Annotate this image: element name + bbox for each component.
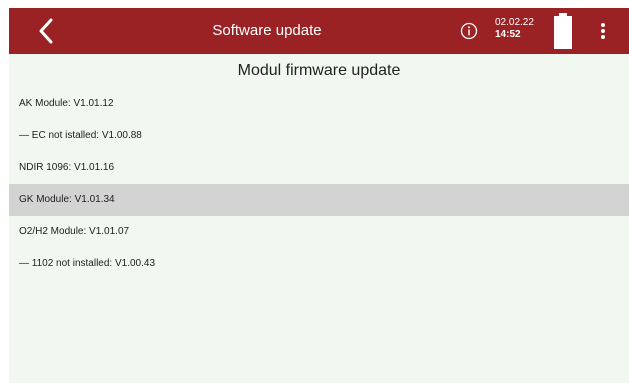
more-vertical-icon-dot [601, 29, 605, 33]
module-label: NDIR 1096: V1.01.16 [19, 162, 115, 173]
module-list-item[interactable]: O2/H2 Module: V1.01.07 [9, 216, 629, 248]
module-list-item[interactable]: NDIR 1096: V1.01.16 [9, 152, 629, 184]
status-datetime: 02.02.22 14:52 [495, 17, 539, 41]
module-list-item[interactable]: GK Module: V1.01.34 [9, 184, 629, 216]
battery-body [554, 16, 572, 49]
overflow-menu-button[interactable] [595, 19, 611, 43]
module-label: O2/H2 Module: V1.01.07 [19, 226, 130, 237]
page-title: Software update [212, 22, 322, 39]
status-time: 14:52 [495, 29, 521, 40]
top-app-bar: Software update 02.02.22 14:52 [9, 8, 629, 54]
module-label: — EC not istalled: V1.00.88 [19, 130, 142, 141]
module-label: AK Module: V1.01.12 [19, 98, 114, 109]
module-label: GK Module: V1.01.34 [19, 194, 115, 205]
module-list-item[interactable]: — EC not istalled: V1.00.88 [9, 120, 629, 152]
screen: Software update 02.02.22 14:52 Modul fir… [9, 8, 629, 383]
more-vertical-icon [601, 23, 605, 27]
module-label: — 1102 not installed: V1.00.43 [19, 258, 156, 269]
info-button[interactable] [460, 22, 478, 40]
module-list-item[interactable]: AK Module: V1.01.12 [9, 88, 629, 120]
more-vertical-icon-dot [601, 35, 605, 39]
section-title: Modul firmware update [237, 62, 401, 79]
info-circle-icon [460, 22, 478, 40]
module-list: AK Module: V1.01.12 — EC not istalled: V1… [9, 88, 629, 280]
status-date: 02.02.22 [495, 17, 534, 28]
battery-full-icon [554, 13, 572, 49]
module-list-item[interactable]: — 1102 not installed: V1.00.43 [9, 248, 629, 280]
